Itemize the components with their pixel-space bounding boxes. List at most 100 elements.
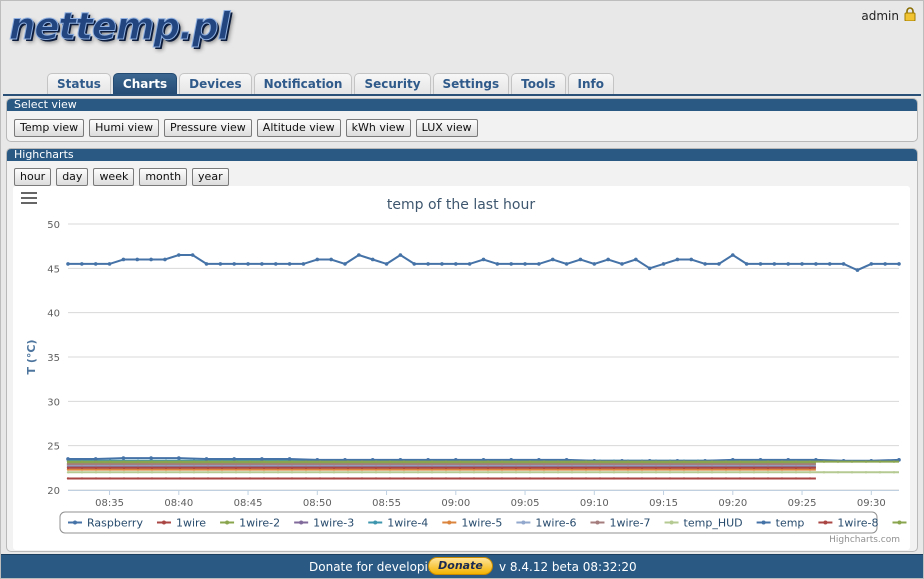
- data-point-temp_HUD: [570, 471, 574, 474]
- data-point-temp_HUD: [304, 471, 308, 474]
- tab-security[interactable]: Security: [354, 73, 431, 95]
- legend-item-1wire[interactable]: 1wire: [176, 517, 206, 530]
- legend-item-1wire-4[interactable]: 1wire-4: [387, 517, 428, 530]
- data-point-temp_HUD: [808, 471, 812, 474]
- pressure-view-button[interactable]: Pressure view: [164, 119, 252, 137]
- tab-info[interactable]: Info: [567, 73, 614, 95]
- range-month-button[interactable]: month: [139, 168, 188, 186]
- data-point-1wire: [108, 477, 112, 480]
- data-point-temp_HUD: [892, 471, 896, 474]
- data-point-temp_HUD: [192, 471, 196, 474]
- data-point-temp_HUD: [388, 471, 392, 474]
- legend-item-temp_HUD[interactable]: temp_HUD: [684, 517, 743, 530]
- legend-item-1wire-5[interactable]: 1wire-5: [461, 517, 502, 530]
- data-point-Raspberry: [550, 257, 555, 262]
- version-label: v 8.4.12 beta 08:32:20: [499, 560, 637, 574]
- kwh-view-button[interactable]: kWh view: [345, 119, 411, 137]
- tab-charts[interactable]: Charts: [112, 73, 178, 95]
- data-point-1wire-8: [570, 466, 574, 470]
- data-point-1wire-8: [668, 466, 672, 470]
- lock-icon[interactable]: [904, 7, 916, 21]
- tab-devices[interactable]: Devices: [179, 73, 252, 95]
- tab-tools[interactable]: Tools: [511, 73, 566, 95]
- data-point-Raspberry: [467, 262, 472, 266]
- data-point-1wire-8: [472, 466, 476, 470]
- data-point-1wire-7: [486, 463, 490, 466]
- legend-marker-Raspberry: [73, 520, 77, 525]
- data-point-DHT11: [850, 460, 854, 463]
- tab-notification[interactable]: Notification: [253, 73, 353, 95]
- data-point-1wire-8: [80, 466, 84, 470]
- data-point-1wire-7: [276, 463, 280, 466]
- data-point-Raspberry: [329, 257, 333, 262]
- x-tick-label: 08:50: [303, 498, 332, 509]
- data-point-1wire-8: [248, 466, 252, 470]
- data-point-1wire-7: [780, 463, 784, 466]
- data-point-1wire: [724, 477, 728, 480]
- data-point-temp_HUD: [640, 471, 644, 474]
- legend-item-1wire-2[interactable]: 1wire-2: [239, 517, 280, 530]
- humi-view-button[interactable]: Humi view: [89, 119, 159, 137]
- user-name[interactable]: admin: [861, 9, 899, 23]
- data-point-1wire: [710, 477, 714, 480]
- data-point-Raspberry: [370, 257, 375, 262]
- data-point-DHT11: [444, 460, 448, 463]
- data-point-temp_HUD: [360, 471, 364, 474]
- data-point-Raspberry: [675, 257, 680, 262]
- data-point-temp_HUD: [248, 471, 252, 474]
- data-point-1wire-8: [178, 466, 182, 470]
- data-point-DHT11: [206, 460, 210, 463]
- data-point-Raspberry: [232, 262, 236, 266]
- data-point-Raspberry: [121, 257, 126, 262]
- data-point-1wire-7: [696, 463, 700, 466]
- data-point-1wire: [472, 477, 476, 480]
- legend-item-1wire-8[interactable]: 1wire-8: [837, 517, 878, 530]
- data-point-Raspberry: [509, 262, 513, 266]
- temp-view-button[interactable]: Temp view: [14, 119, 85, 137]
- data-point-DHT11: [836, 460, 840, 463]
- x-tick-label: 09:30: [857, 498, 886, 509]
- data-point-1wire-7: [472, 463, 476, 466]
- data-point-temp_HUD: [458, 471, 462, 474]
- data-point-1wire: [654, 477, 658, 480]
- tab-status[interactable]: Status: [47, 73, 111, 95]
- legend-item-1wire-7[interactable]: 1wire-7: [609, 517, 650, 530]
- nettemp-logo[interactable]: nettemp.pl: [8, 5, 230, 49]
- data-point-1wire-7: [710, 463, 714, 466]
- data-point-Raspberry: [606, 257, 610, 262]
- altitude-view-button[interactable]: Altitude view: [256, 119, 341, 137]
- lux-view-button[interactable]: LUX view: [415, 119, 478, 137]
- legend-item-1wire-3[interactable]: 1wire-3: [313, 517, 354, 530]
- data-point-1wire: [668, 477, 672, 480]
- legend-item-1wire-6[interactable]: 1wire-6: [535, 517, 576, 530]
- donate-button[interactable]: Donate: [428, 557, 493, 575]
- legend-item-temp[interactable]: temp: [776, 517, 805, 530]
- tab-settings[interactable]: Settings: [432, 73, 510, 95]
- data-point-DHT11: [710, 460, 714, 463]
- data-point-1wire-7: [108, 463, 112, 466]
- data-point-Raspberry: [592, 262, 597, 266]
- data-point-1wire-8: [766, 466, 770, 470]
- range-day-button[interactable]: day: [56, 168, 89, 186]
- data-point-temp_HUD: [626, 471, 630, 474]
- data-point-1wire-8: [360, 466, 364, 470]
- data-point-1wire-7: [598, 463, 602, 466]
- x-tick-label: 09:00: [441, 498, 470, 509]
- data-point-Raspberry: [869, 262, 874, 266]
- range-week-button[interactable]: week: [93, 168, 135, 186]
- data-point-1wire-8: [262, 466, 266, 470]
- range-hour-button[interactable]: hour: [14, 168, 52, 186]
- range-year-button[interactable]: year: [192, 168, 229, 186]
- legend-marker-1wire-5: [447, 520, 452, 525]
- data-point-temp_HUD: [850, 471, 854, 474]
- data-point-DHT11: [682, 460, 686, 463]
- data-point-DHT11: [388, 460, 392, 463]
- data-point-DHT11: [808, 460, 812, 463]
- data-point-Raspberry: [343, 262, 347, 266]
- data-point-1wire-8: [528, 466, 532, 470]
- data-point-temp_HUD: [444, 471, 448, 474]
- legend-item-Raspberry[interactable]: Raspberry: [87, 517, 143, 530]
- data-point-temp: [149, 456, 153, 460]
- data-point-Raspberry: [786, 262, 790, 266]
- data-point-1wire-7: [808, 463, 812, 466]
